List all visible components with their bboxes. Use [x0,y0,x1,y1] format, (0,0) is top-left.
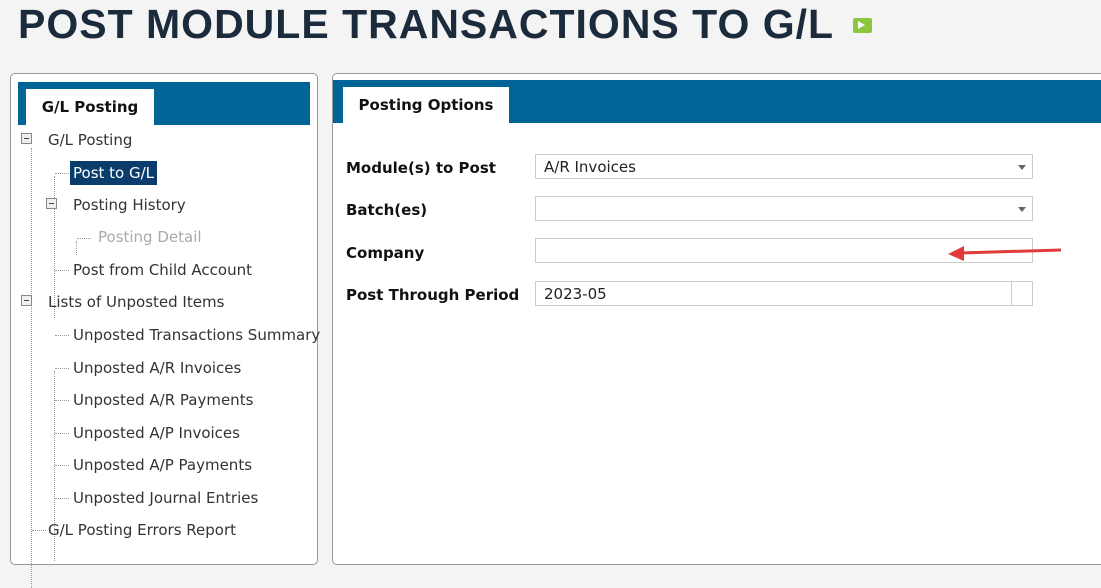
batches-select[interactable] [535,196,1033,221]
red-arrow-annotation [948,246,1062,261]
chevron-down-icon [1018,207,1026,212]
tree-item-gl-posting[interactable]: G/L Posting [48,130,132,150]
posting-options-panel: Posting Options Module(s) to Post A/R In… [332,73,1101,565]
tab-gl-posting[interactable]: G/L Posting [26,89,154,125]
tree-item-posting-errors-report[interactable]: G/L Posting Errors Report [48,520,236,540]
batches-label: Batch(es) [346,201,428,219]
modules-select[interactable]: A/R Invoices [535,154,1033,179]
tab-posting-options[interactable]: Posting Options [343,87,509,123]
period-value: 2023-05 [544,285,607,303]
modules-label: Module(s) to Post [346,159,496,177]
modules-value: A/R Invoices [544,158,636,176]
tree-item-unposted-summary[interactable]: Unposted Transactions Summary [73,325,320,345]
tree-item-post-to-gl[interactable]: Post to G/L [70,161,158,185]
dropdown-button[interactable] [1011,282,1032,305]
tree-item-unposted-ar-payments[interactable]: Unposted A/R Payments [73,390,253,410]
tree-item-posting-detail[interactable]: Posting Detail [98,227,202,247]
company-label: Company [346,244,425,262]
period-label: Post Through Period [346,286,520,304]
collapse-icon[interactable] [21,133,32,144]
tree-item-unposted-ar-invoices[interactable]: Unposted A/R Invoices [73,358,241,378]
period-select[interactable]: 2023-05 [535,281,1033,306]
video-tv-icon[interactable] [853,18,872,33]
tree-item-post-from-child[interactable]: Post from Child Account [73,260,252,280]
chevron-down-icon [1018,165,1026,170]
collapse-icon[interactable] [46,198,57,209]
tree-item-unposted-ap-payments[interactable]: Unposted A/P Payments [73,455,252,475]
tree-item-unposted-ap-invoices[interactable]: Unposted A/P Invoices [73,423,240,443]
collapse-icon[interactable] [21,295,32,306]
page-title: POST MODULE TRANSACTIONS TO G/L [18,1,835,47]
gl-posting-panel: G/L Posting G/L Posting Post to G/L Post… [10,73,320,588]
tree-item-posting-history[interactable]: Posting History [73,195,186,215]
tree-item-lists-unposted[interactable]: Lists of Unposted Items [48,292,224,312]
tree-item-unposted-journal-entries[interactable]: Unposted Journal Entries [73,488,258,508]
tab-bar: Posting Options [333,80,1101,123]
tab-bar: G/L Posting [18,82,310,125]
